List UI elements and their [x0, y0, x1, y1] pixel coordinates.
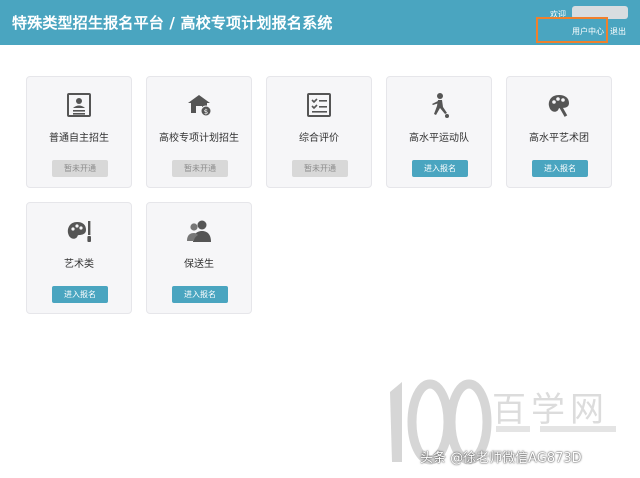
- checklist-icon: [305, 91, 333, 119]
- watermark-underline: [496, 426, 530, 432]
- users-icon: [185, 217, 213, 245]
- art-palette-icon: [545, 91, 573, 119]
- watermark-underline: [540, 426, 616, 432]
- athlete-icon: [425, 91, 453, 119]
- enter-registration-button[interactable]: 进入报名: [52, 286, 108, 303]
- card-comprehensive-evaluation: 综合评价 暂未开通: [266, 76, 372, 188]
- card-label: 艺术类: [64, 259, 94, 270]
- logout-link[interactable]: 退出: [610, 26, 626, 37]
- palette-brush-icon: [65, 217, 93, 245]
- enter-registration-button[interactable]: 进入报名: [532, 160, 588, 177]
- enter-registration-button[interactable]: 进入报名: [412, 160, 468, 177]
- card-sports-team: 高水平运动队 进入报名: [386, 76, 492, 188]
- source-caption: 头条 @徐老师微信AG873D: [420, 451, 582, 466]
- not-open-button[interactable]: 暂未开通: [52, 160, 108, 177]
- card-art-category: 艺术类 进入报名: [26, 202, 132, 314]
- watermark-text: 百学网: [492, 390, 609, 430]
- card-art-troupe: 高水平艺术团 进入报名: [506, 76, 612, 188]
- card-label: 综合评价: [299, 133, 339, 144]
- school-money-icon: $: [185, 91, 213, 119]
- card-label: 保送生: [184, 259, 214, 270]
- profile-card-icon: [65, 91, 93, 119]
- card-label: 高水平艺术团: [529, 133, 589, 144]
- card-recommended-students: 保送生 进入报名: [146, 202, 252, 314]
- top-header: 特殊类型招生报名平台 / 高校专项计划报名系统 欢迎 用户中心 退出: [0, 0, 640, 45]
- card-label: 普通自主招生: [49, 133, 109, 144]
- enter-registration-button[interactable]: 进入报名: [172, 286, 228, 303]
- page-title: 特殊类型招生报名平台 / 高校专项计划报名系统: [12, 14, 333, 32]
- not-open-button[interactable]: 暂未开通: [172, 160, 228, 177]
- card-regular-admission: 普通自主招生 暂未开通: [26, 76, 132, 188]
- not-open-button[interactable]: 暂未开通: [292, 160, 348, 177]
- card-special-plan: $ 高校专项计划招生 暂未开通: [146, 76, 252, 188]
- card-label: 高水平运动队: [409, 133, 469, 144]
- svg-text:$: $: [204, 108, 208, 116]
- card-label: 高校专项计划招生: [159, 133, 239, 144]
- user-center-link[interactable]: 用户中心: [572, 26, 604, 37]
